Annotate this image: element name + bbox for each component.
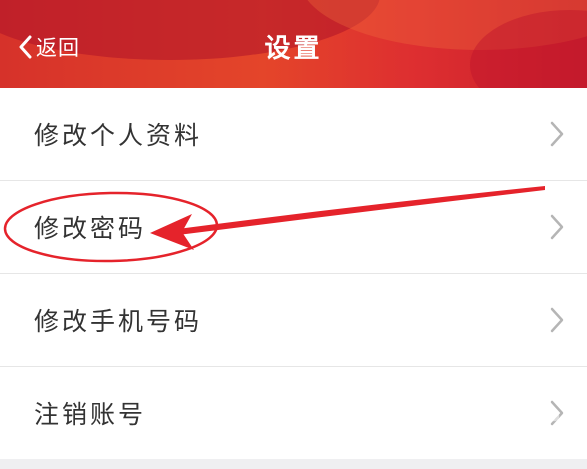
chevron-right-icon — [549, 306, 565, 338]
settings-item-change-phone[interactable]: 修改手机号码 — [0, 274, 587, 367]
settings-item-change-password[interactable]: 修改密码 — [0, 181, 587, 274]
settings-item-label: 修改手机号码 — [34, 307, 203, 336]
settings-item-label: 注销账号 — [34, 400, 147, 429]
chevron-right-icon — [549, 399, 565, 431]
settings-item-cancel-account[interactable]: 注销账号 — [0, 367, 587, 459]
page-title: 设置 — [264, 34, 323, 64]
settings-item-edit-profile[interactable]: 修改个人资料 — [0, 88, 587, 181]
chevron-right-icon — [549, 120, 565, 152]
chevron-right-icon — [549, 213, 565, 245]
settings-list: 修改个人资料 修改密码 修改手机号码 注销账号 — [0, 88, 587, 459]
app-header: 返回 设置 — [0, 0, 587, 88]
settings-item-label: 修改个人资料 — [34, 121, 203, 150]
settings-item-label: 修改密码 — [34, 214, 147, 243]
